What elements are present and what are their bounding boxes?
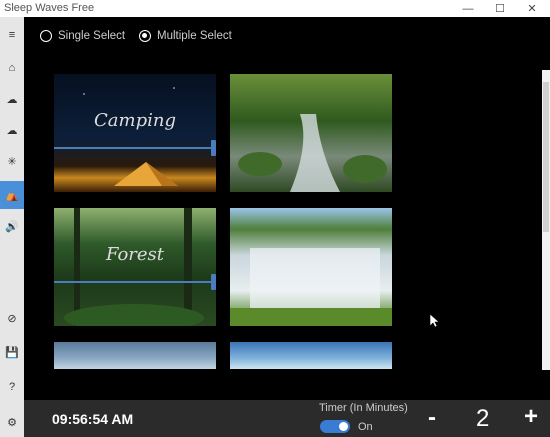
timer-value: 2 <box>476 405 490 432</box>
increase-timer-button[interactable]: + <box>524 403 538 431</box>
forest-image <box>64 208 204 326</box>
single-select-radio[interactable] <box>40 30 52 42</box>
close-button[interactable]: ✕ <box>516 0 548 17</box>
bottom-bar: 09:56:54 AM Timer (In Minutes) On - 2 + <box>24 400 550 437</box>
mouse-cursor-icon <box>430 314 440 328</box>
timer-toggle[interactable] <box>320 420 350 433</box>
content-scrollbar[interactable] <box>542 70 550 370</box>
camping-image <box>83 87 178 186</box>
timer-label: Timer (In Minutes) <box>319 402 408 414</box>
rain-cloud-icon[interactable]: ☁ <box>0 88 24 110</box>
maximize-button[interactable]: ☐ <box>484 0 516 17</box>
volume-slider-thumb[interactable] <box>211 140 216 156</box>
tile-label: Forest <box>105 244 165 265</box>
sidebar: ≡ ⌂ ☁ ☁ ✳ ⛺ 🔊 ⊘ 💾 ? ⚙ <box>0 17 24 437</box>
title-bar: Sleep Waves Free — ☐ ✕ <box>0 0 550 17</box>
help-icon[interactable]: ? <box>0 376 24 398</box>
sound-tile-waterfall[interactable] <box>230 208 392 326</box>
snowflake-icon[interactable]: ✳ <box>0 150 24 172</box>
sound-tile-ocean[interactable] <box>230 342 392 369</box>
sound-tile-stream[interactable] <box>230 74 392 192</box>
timer-toggle-label: On <box>358 421 373 433</box>
decrease-timer-button[interactable]: - <box>428 404 436 432</box>
multiple-select-option[interactable]: Multiple Select <box>139 30 232 42</box>
tile-label: Camping <box>94 110 176 131</box>
multiple-select-radio[interactable] <box>139 30 151 42</box>
clock: 09:56:54 AM <box>52 411 134 427</box>
volume-slider-thumb[interactable] <box>211 274 216 290</box>
sound-tile-storm[interactable] <box>54 342 216 369</box>
speaker-icon[interactable]: 🔊 <box>0 215 24 237</box>
volume-slider[interactable] <box>54 274 216 290</box>
stream-image <box>238 114 387 192</box>
scrollbar-thumb[interactable] <box>543 82 549 232</box>
multiple-select-label: Multiple Select <box>157 30 232 42</box>
home-icon[interactable]: ⌂ <box>0 57 24 79</box>
volume-slider[interactable] <box>54 140 216 156</box>
thunder-cloud-icon[interactable]: ☁ <box>0 119 24 141</box>
save-icon[interactable]: 💾 <box>0 341 24 363</box>
minimize-button[interactable]: — <box>452 0 484 17</box>
single-select-option[interactable]: Single Select <box>40 30 125 42</box>
settings-icon[interactable]: ⚙ <box>0 411 24 433</box>
tent-icon[interactable]: ⛺ <box>0 181 24 209</box>
menu-icon[interactable]: ≡ <box>0 24 24 46</box>
window-title: Sleep Waves Free <box>4 2 95 14</box>
block-icon[interactable]: ⊘ <box>0 307 24 329</box>
waterfall-image <box>230 248 392 326</box>
single-select-label: Single Select <box>58 30 126 42</box>
sound-tile-camping[interactable]: Camping <box>54 74 216 192</box>
sound-tile-forest[interactable]: Forest <box>54 208 216 326</box>
